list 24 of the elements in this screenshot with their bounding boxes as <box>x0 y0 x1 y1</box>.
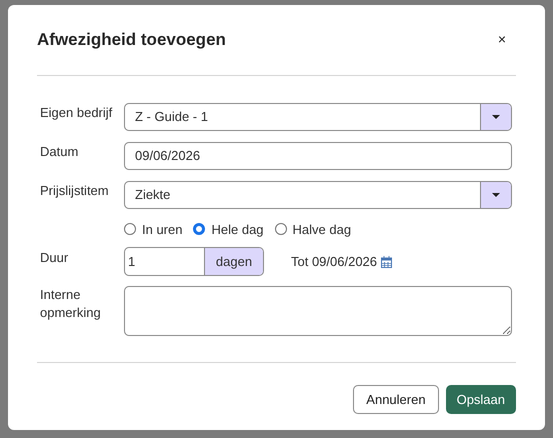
select-field[interactable]: Ziekte <box>124 180 512 208</box>
radio-button[interactable] <box>274 223 287 236</box>
dialog-title: Afwezigheid toevoegen <box>37 29 226 51</box>
caret-icon <box>492 114 500 118</box>
end-date-text: Tot 09/06/2026 <box>291 252 378 271</box>
radio-option[interactable]: Hele dag <box>193 220 264 239</box>
caret-icon <box>492 192 500 196</box>
close-button[interactable]: × <box>494 29 510 50</box>
cancel-button[interactable]: Annuleren <box>353 385 439 414</box>
field-label: Eigen bedrijf <box>40 104 114 122</box>
radio-button[interactable] <box>193 223 206 236</box>
note-field[interactable] <box>124 286 512 336</box>
field-label: Prijslijstitem <box>40 182 110 200</box>
field-label: Interne opmerking <box>40 286 102 322</box>
field-label: Datum <box>40 142 80 160</box>
save-button[interactable]: Opslaan <box>446 385 516 414</box>
field-label: Duur <box>40 249 70 267</box>
date-field[interactable]: 09/06/2026 <box>124 142 512 170</box>
radio-option[interactable]: In uren <box>124 220 182 239</box>
radio-option[interactable]: Halve dag <box>274 220 352 239</box>
calendar-icon[interactable] <box>381 256 392 268</box>
duration-field[interactable]: 1 dagen <box>124 247 264 276</box>
select-field[interactable]: Z - Guide - 1 <box>124 102 512 130</box>
radio-button[interactable] <box>124 223 136 236</box>
